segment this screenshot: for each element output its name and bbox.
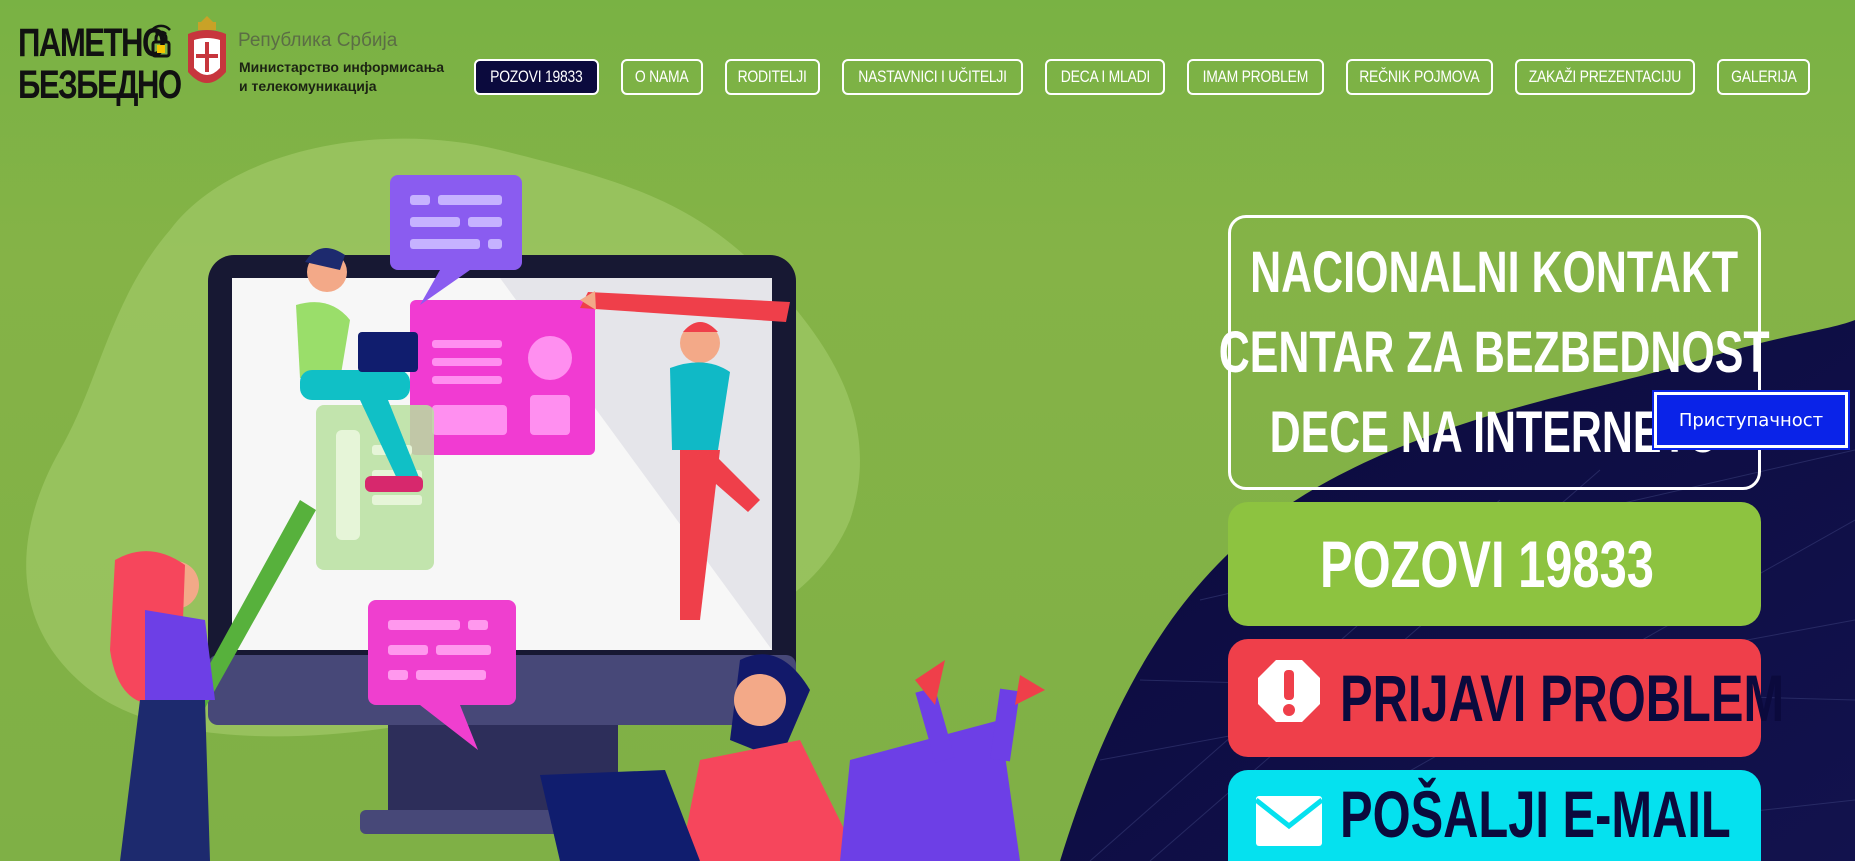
nav-item-zakazi-prezentaciju[interactable]: ZAKAŽI PREZENTACIJU [1515,59,1695,95]
nav-item-o-nama[interactable]: O NAMA [621,59,703,95]
ministry-name: Министарство информисања и телекомуникац… [239,58,444,96]
hero-illustration [26,138,1045,861]
government-logo[interactable]: Република Србија Министарство информисањ… [184,12,444,98]
nav-label: IMAM PROBLEM [1202,67,1309,86]
call-button[interactable]: POZOVI 19833 [1228,502,1761,626]
nav-label: ZAKAŽI PREZENTACIJU [1528,67,1682,86]
send-email-label: POŠALJI E-MAIL [1340,777,1731,851]
nav-label: NASTAVNICI I UČITELJI [858,67,1007,86]
nav-label: POZOVI 19833 [490,67,583,86]
lock-wifi-icon [151,24,171,58]
pametno-bezbedno-logo[interactable]: ПАМЕТНО БЕЗБЕДНО [18,21,182,112]
nav-item-pozovi[interactable]: POZOVI 19833 [474,59,599,95]
exclamation-octagon-icon [1258,660,1320,722]
nav-item-deca-i-mladi[interactable]: DECA I MLADI [1045,59,1165,95]
ministry-line1: Министарство информисања [239,59,445,75]
nav-label: GALERIJA [1730,67,1797,86]
nav-label: O NAMA [635,67,689,86]
nav-item-imam-problem[interactable]: IMAM PROBLEM [1187,59,1324,95]
ministry-line2: и телекомуникација [239,78,377,94]
send-email-button[interactable]: POŠALJI E-MAIL [1228,770,1761,861]
logo-line1: ПАМЕТНО [18,21,166,65]
nav-item-roditelji[interactable]: RODITELJI [725,59,820,95]
logo-line2: БЕЗБЕДНО [18,63,182,107]
nav-item-recnik-pojmova[interactable]: REČNIK POJMOVA [1346,59,1493,95]
report-problem-button[interactable]: PRIJAVI PROBLEM [1228,639,1784,757]
nav-item-galerija[interactable]: GALERIJA [1717,59,1810,95]
hero-title-line2: CENTAR ZA BEZBEDNOST [1219,319,1770,385]
nav-item-nastavnici[interactable]: NASTAVNICI I UČITELJI [842,59,1023,95]
report-problem-label: PRIJAVI PROBLEM [1340,661,1785,735]
nav-label: DECA I MLADI [1060,67,1150,86]
nav-label: RODITELJI [737,67,808,86]
serbia-coat-of-arms-icon [188,16,226,83]
page: ПАМЕТНО БЕЗБЕДНО Република Србија Минист… [0,0,1855,861]
accessibility-button[interactable]: Приступачност [1652,390,1850,450]
call-button-label: POZOVI 19833 [1320,527,1654,601]
envelope-icon [1256,796,1322,846]
hero-title-box: NACIONALNI KONTAKT CENTAR ZA BEZBEDNOST … [1219,215,1770,490]
site-header: ПАМЕТНО БЕЗБЕДНО Република Србија Минист… [0,0,1855,140]
nav-label: REČNIK POJMOVA [1359,67,1480,86]
hero-title-line1: NACIONALNI KONTAKT [1250,239,1739,305]
republic-name: Република Србија [238,30,398,51]
